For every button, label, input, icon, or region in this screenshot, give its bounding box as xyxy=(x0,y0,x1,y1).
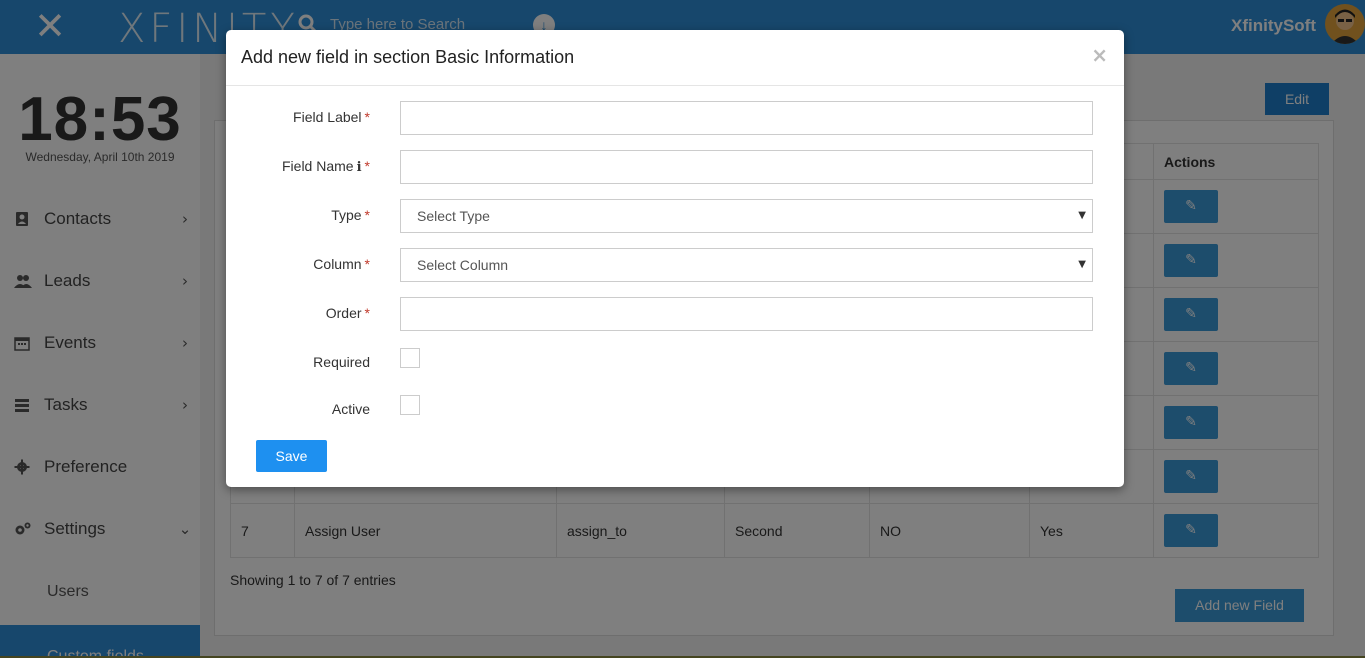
add-field-modal: Add new field in section Basic Informati… xyxy=(226,30,1124,487)
caret-down-icon: ▼ xyxy=(1078,210,1086,221)
order-label: Order * xyxy=(325,305,370,321)
modal-title: Add new field in section Basic Informati… xyxy=(241,47,575,67)
close-icon[interactable]: × xyxy=(1091,43,1108,67)
save-button[interactable]: Save xyxy=(256,440,327,472)
info-icon: i xyxy=(356,160,362,175)
column-select[interactable]: Select Column ▼ xyxy=(400,248,1093,282)
field-label-label: Field Label * xyxy=(293,109,370,125)
order-input[interactable] xyxy=(400,297,1093,331)
field-name-input[interactable] xyxy=(400,150,1093,184)
type-select-value: Select Type xyxy=(417,208,490,224)
active-label: Active xyxy=(331,401,370,417)
column-label: Column * xyxy=(313,256,370,272)
column-select-value: Select Column xyxy=(417,257,509,273)
required-label: Required xyxy=(313,354,370,370)
field-name-label: Field Name i * xyxy=(282,158,370,175)
required-checkbox[interactable] xyxy=(400,348,420,368)
type-select[interactable]: Select Type ▼ xyxy=(400,199,1093,233)
modal-header: Add new field in section Basic Informati… xyxy=(226,30,1124,86)
caret-down-icon: ▼ xyxy=(1078,259,1086,270)
active-checkbox[interactable] xyxy=(400,395,420,415)
type-label: Type * xyxy=(331,207,370,223)
field-label-input[interactable] xyxy=(400,101,1093,135)
